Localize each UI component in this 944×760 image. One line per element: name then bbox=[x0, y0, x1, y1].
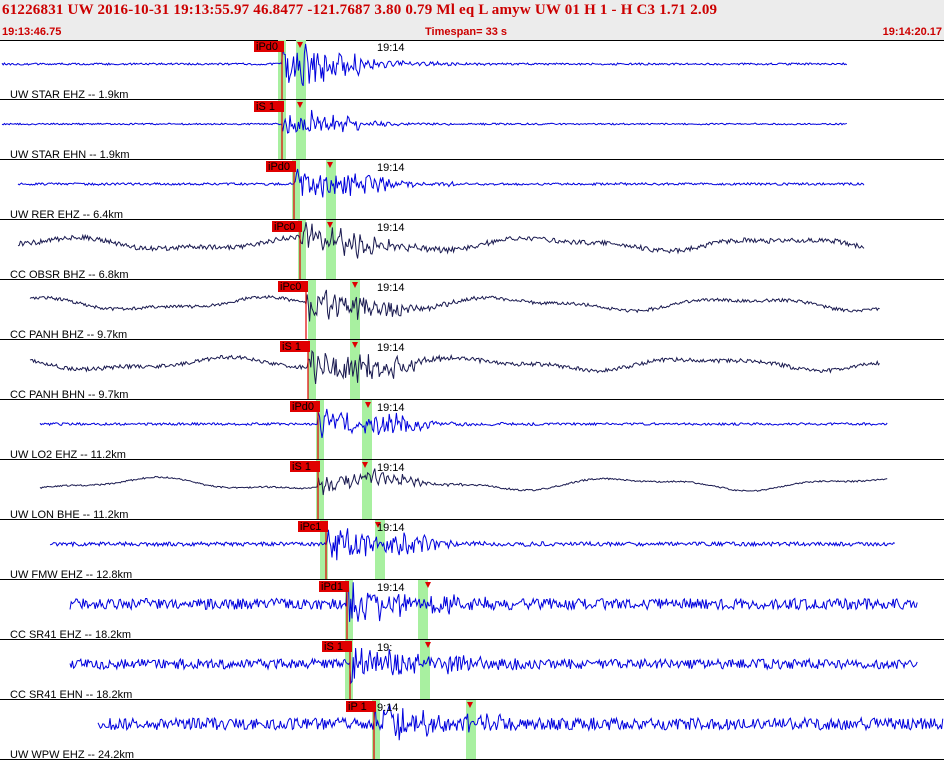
seismogram-channel-row[interactable]: iP 1 9:14 UW WPW EHZ -- 24.2km bbox=[0, 700, 944, 760]
time-mark-label: 19:14 bbox=[377, 42, 405, 54]
time-mark-label: 19:14 bbox=[377, 222, 405, 234]
pick-label: iS 1 bbox=[256, 101, 275, 113]
seismogram-channel-row[interactable]: iPc0 19:14CC PANH BHZ -- 9.7km bbox=[0, 280, 944, 341]
waveform-trace bbox=[49, 528, 896, 561]
time-mark-label: 19:14 bbox=[377, 462, 405, 474]
time-mark-label: 19:14 bbox=[377, 402, 405, 414]
time-mark-label: 19:14 bbox=[377, 282, 405, 294]
waveform-trace bbox=[17, 222, 865, 259]
pick-label: iPd1 bbox=[321, 581, 343, 593]
time-mark-label: 19:14 bbox=[377, 582, 405, 594]
pick-label: iPc0 bbox=[274, 221, 295, 233]
waveform-trace bbox=[39, 408, 888, 438]
waveform-trace bbox=[39, 468, 888, 496]
pick-label: iS 1 bbox=[282, 341, 301, 353]
seismogram-channel-row[interactable]: iPd0 19:14UW RER EHZ -- 6.4km bbox=[0, 160, 944, 221]
seismogram-channel-row[interactable]: iPd0 19:14UW STAR EHZ -- 1.9km bbox=[0, 40, 944, 101]
waveform-trace bbox=[29, 289, 880, 322]
seismogram-channel-row[interactable]: iPd0 19:14UW LO2 EHZ -- 11.2km bbox=[0, 400, 944, 461]
seismogram-channel-row[interactable]: iS 1 19:14UW LON BHE -- 11.2km bbox=[0, 460, 944, 521]
waveform-trace bbox=[1, 109, 847, 134]
seismogram-channel-row[interactable]: iPc0 19:14CC OBSR BHZ -- 6.8km bbox=[0, 220, 944, 281]
s-pick-window bbox=[362, 400, 372, 460]
seismogram-channel-row[interactable]: iS 1 19:CC SR41 EHN -- 18.2km bbox=[0, 640, 944, 701]
pick-label: iPd0 bbox=[256, 41, 278, 53]
seismogram-channel-row[interactable]: iS 1UW STAR EHN -- 1.9km bbox=[0, 100, 944, 161]
s-pick-window bbox=[420, 640, 430, 700]
seismogram-channel-row[interactable]: iPd1 19:14CC SR41 EHZ -- 18.2km bbox=[0, 580, 944, 641]
time-mark-label: 19: bbox=[377, 642, 392, 654]
waveform-trace bbox=[17, 168, 865, 198]
station-label: UW WPW EHZ -- 24.2km bbox=[10, 749, 134, 760]
pick-label: iPc0 bbox=[280, 281, 301, 293]
seismogram-channel-row[interactable]: iS 1 19:14CC PANH BHN -- 9.7km bbox=[0, 340, 944, 401]
waveform-trace bbox=[69, 581, 918, 622]
seismogram-channel-row[interactable]: iPc1 19:14UW FMW EHZ -- 12.8km bbox=[0, 520, 944, 581]
seismogram-panel[interactable]: iPd0 19:14UW STAR EHZ -- 1.9kmiS 1UW STAR… bbox=[0, 0, 944, 760]
pick-label: iPd0 bbox=[268, 161, 290, 173]
waveform-trace bbox=[97, 704, 944, 741]
pick-label: iS 1 bbox=[292, 461, 311, 473]
waveform-trace bbox=[69, 647, 918, 685]
waveform-trace bbox=[29, 349, 880, 384]
pick-label: iPd0 bbox=[292, 401, 314, 413]
s-pick-window bbox=[466, 700, 476, 760]
time-mark-label: 19:14 bbox=[377, 162, 405, 174]
s-pick-window bbox=[418, 580, 428, 640]
waveform-trace bbox=[1, 43, 848, 87]
time-mark-label: 19:14 bbox=[377, 342, 405, 354]
time-mark-label: 19:14 bbox=[377, 522, 405, 534]
time-mark-label: 9:14 bbox=[377, 702, 398, 714]
pick-label: iP 1 bbox=[348, 701, 367, 713]
pick-label: iS 1 bbox=[324, 641, 343, 653]
pick-label: iPc1 bbox=[300, 521, 321, 533]
s-pick-window bbox=[362, 460, 372, 520]
s-pick-window bbox=[326, 220, 336, 280]
